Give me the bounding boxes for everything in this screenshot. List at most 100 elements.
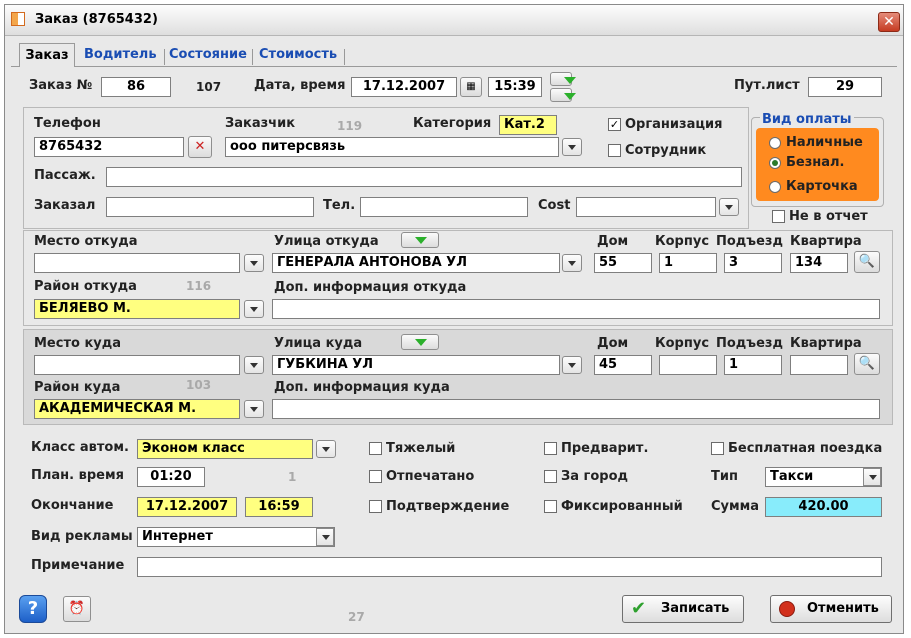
from-entrance-label: Подъезд (716, 234, 783, 249)
to-info-field[interactable] (272, 399, 880, 419)
to-street-expand-icon[interactable] (401, 334, 439, 350)
cancel-icon (779, 601, 795, 617)
checkmark-icon: ✔ (631, 598, 647, 619)
plan-time-field[interactable]: 01:20 (137, 467, 205, 487)
ad-dropdown-icon[interactable] (316, 528, 334, 546)
from-house-label: Дом (597, 234, 629, 249)
sum-field[interactable]: 420.00 (765, 497, 882, 517)
payment-cash-radio[interactable] (769, 137, 781, 149)
free-ride-checkbox[interactable] (711, 442, 724, 455)
payment-cash-label: Наличные (786, 135, 863, 150)
tel-field[interactable] (360, 197, 528, 217)
order-window: Заказ (8765432) ✕ Заказ Водитель Состоян… (4, 4, 904, 634)
type-dropdown-icon[interactable] (863, 468, 881, 486)
from-place-dropdown-icon[interactable] (244, 254, 264, 272)
from-info-field[interactable] (272, 299, 880, 319)
from-flat-label: Квартира (790, 234, 862, 249)
to-district-field[interactable]: АКАДЕМИЧЕСКАЯ М. (34, 399, 240, 419)
car-class-field[interactable]: Эконом класс (137, 439, 313, 459)
tab-order[interactable]: Заказ (19, 43, 75, 67)
phone-field[interactable]: 8765432 (34, 137, 184, 157)
organization-checkbox[interactable]: ✓ (608, 118, 621, 131)
to-lookup-icon[interactable]: 🔍 (854, 353, 880, 375)
to-building-field[interactable] (659, 355, 717, 375)
time-up-icon[interactable] (550, 72, 576, 86)
printed-checkbox[interactable] (369, 470, 382, 483)
order-number-field[interactable]: 86 (101, 77, 171, 97)
from-lookup-icon[interactable]: 🔍 (854, 251, 880, 273)
fixed-checkbox[interactable] (544, 500, 557, 513)
payment-noncash-radio[interactable] (769, 157, 781, 169)
to-place-field[interactable] (34, 355, 240, 375)
cancel-button[interactable]: Отменить (770, 595, 892, 623)
from-house-field[interactable]: 55 (594, 253, 652, 273)
to-place-dropdown-icon[interactable] (244, 356, 264, 374)
client-field[interactable]: ооо питерсвязь (225, 137, 559, 157)
confirmation-checkbox[interactable] (369, 500, 382, 513)
from-flat-field[interactable]: 134 (790, 253, 848, 273)
clear-phone-icon[interactable]: ✕ (188, 136, 212, 158)
organization-label: Организация (625, 117, 723, 132)
from-district-number: 116 (186, 279, 212, 293)
passenger-field[interactable] (106, 167, 742, 187)
end-date-field[interactable]: 17.12.2007 (137, 497, 237, 517)
to-house-field[interactable]: 45 (594, 355, 652, 375)
end-label: Окончание (31, 498, 114, 513)
tab-driver[interactable]: Водитель (81, 43, 160, 67)
preliminary-checkbox[interactable] (544, 442, 557, 455)
help-icon[interactable]: ? (19, 595, 47, 623)
ad-label: Вид рекламы (31, 529, 133, 544)
fixed-label: Фиксированный (561, 499, 683, 514)
from-place-field[interactable] (34, 253, 240, 273)
to-place-label: Место куда (34, 336, 122, 351)
from-entrance-field[interactable]: 3 (724, 253, 782, 273)
tab-cost[interactable]: Стоимость (256, 43, 340, 67)
ordered-by-field[interactable] (106, 197, 314, 217)
cost-dropdown-icon[interactable] (719, 198, 739, 216)
from-street-expand-icon[interactable] (401, 232, 439, 248)
employee-label: Сотрудник (625, 143, 707, 158)
close-button[interactable]: ✕ (878, 12, 900, 32)
calendar-icon[interactable]: ▦ (460, 77, 482, 97)
to-street-field[interactable]: ГУБКИНА УЛ (272, 355, 560, 375)
heavy-label: Тяжелый (386, 441, 456, 456)
passenger-label: Пассаж. (34, 168, 96, 183)
from-street-field[interactable]: ГЕНЕРАЛА АНТОНОВА УЛ (272, 253, 560, 273)
from-district-field[interactable]: БЕЛЯЕВО М. (34, 299, 240, 319)
footer-counter: 27 (348, 610, 365, 624)
waybill-field[interactable]: 29 (808, 77, 882, 97)
from-street-dropdown-icon[interactable] (562, 254, 582, 272)
tab-status[interactable]: Состояние (166, 43, 250, 67)
category-field[interactable]: Кат.2 (499, 115, 557, 135)
not-in-report-checkbox[interactable] (772, 210, 785, 223)
from-district-dropdown-icon[interactable] (244, 300, 264, 318)
cost-field[interactable] (576, 197, 716, 217)
time-field[interactable]: 15:39 (488, 77, 542, 97)
out-of-city-checkbox[interactable] (544, 470, 557, 483)
time-down-icon[interactable] (550, 88, 576, 102)
save-button[interactable]: ✔ Записать (622, 595, 744, 623)
ad-field[interactable]: Интернет (137, 527, 335, 547)
payment-card-radio[interactable] (769, 181, 781, 193)
note-label: Примечание (31, 558, 125, 573)
to-entrance-field[interactable]: 1 (724, 355, 782, 375)
to-flat-field[interactable] (790, 355, 848, 375)
to-district-dropdown-icon[interactable] (244, 400, 264, 418)
from-building-field[interactable]: 1 (659, 253, 717, 273)
client-dropdown-icon[interactable] (562, 138, 582, 156)
heavy-checkbox[interactable] (369, 442, 382, 455)
to-street-dropdown-icon[interactable] (562, 356, 582, 374)
to-district-number: 103 (186, 378, 212, 392)
tab-divider (164, 49, 165, 65)
note-field[interactable] (137, 557, 882, 577)
from-district-label: Район откуда (34, 279, 137, 294)
employee-checkbox[interactable] (608, 144, 621, 157)
sum-label: Сумма (711, 499, 760, 514)
from-place-label: Место откуда (34, 234, 138, 249)
date-field[interactable]: 17.12.2007 (351, 77, 457, 97)
alarm-clock-icon[interactable]: ⏰ (63, 596, 91, 622)
datetime-label: Дата, время (254, 78, 346, 93)
end-time-field[interactable]: 16:59 (245, 497, 313, 517)
car-class-dropdown-icon[interactable] (316, 440, 336, 458)
to-district-label: Район куда (34, 380, 121, 395)
